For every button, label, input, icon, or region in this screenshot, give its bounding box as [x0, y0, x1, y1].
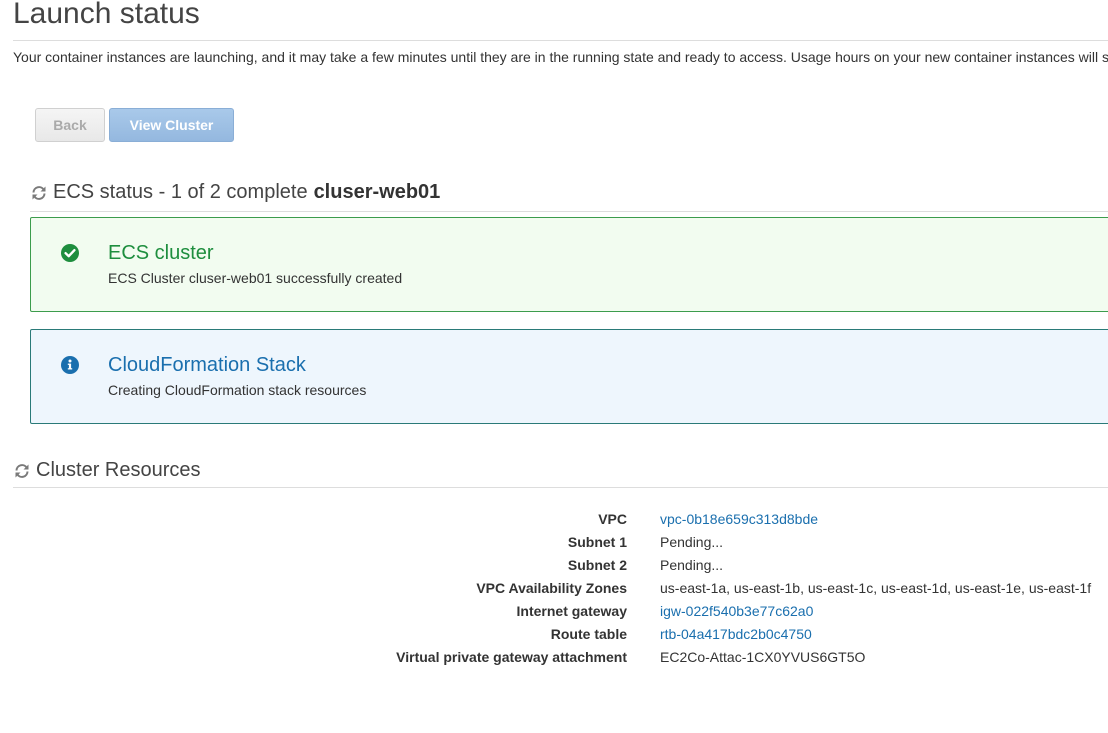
ecs-cluster-title: ECS cluster — [108, 242, 214, 264]
cluster-resources-title: Cluster Resources — [36, 459, 201, 481]
resource-label: Internet gateway — [516, 603, 627, 619]
resource-row-internet-gateway: Internet gateway igw-022f540b3e77c62a0 — [0, 603, 1108, 626]
refresh-icon — [32, 185, 46, 200]
ecs-cluster-panel: ECS cluster ECS Cluster cluser-web01 suc… — [30, 217, 1108, 312]
resource-row-vpg-attachment: Virtual private gateway attachment EC2Co… — [0, 649, 1108, 672]
resource-value: Pending... — [660, 557, 724, 573]
title-divider — [13, 40, 1108, 41]
vpc-link[interactable]: vpc-0b18e659c313d8bde — [660, 511, 818, 527]
resource-label: Route table — [550, 626, 627, 642]
cluster-resources-heading: Cluster Resources — [13, 459, 201, 482]
resource-value: Pending... — [660, 534, 724, 550]
resource-label: VPC Availability Zones — [476, 580, 627, 596]
resource-row-subnet-1: Subnet 1 Pending... — [0, 534, 1108, 557]
cluster-name: cluser-web01 — [313, 181, 441, 203]
page-title: Launch status — [13, 0, 200, 30]
ecs-status-heading: ECS status - 1 of 2 complete cluser-web0… — [30, 181, 440, 204]
internet-gateway-link[interactable]: igw-022f540b3e77c62a0 — [660, 603, 813, 619]
ecs-cluster-message: ECS Cluster cluser-web01 successfully cr… — [108, 270, 403, 286]
cluster-resources-divider — [13, 487, 1108, 488]
route-table-link[interactable]: rtb-04a417bdc2b0c4750 — [660, 626, 812, 642]
resource-row-subnet-2: Subnet 2 Pending... — [0, 557, 1108, 580]
resource-value: EC2Co-Attac-1CX0YVUS6GT5O — [660, 649, 866, 665]
view-cluster-button[interactable]: View Cluster — [109, 108, 234, 142]
resource-row-vpc: VPC vpc-0b18e659c313d8bde — [0, 511, 1108, 534]
intro-text: Your container instances are launching, … — [13, 49, 1108, 65]
launch-status-page: Launch status Your container instances a… — [0, 0, 1108, 733]
cloudformation-stack-title: CloudFormation Stack — [108, 354, 306, 376]
resource-row-availability-zones: VPC Availability Zones us-east-1a, us-ea… — [0, 580, 1108, 603]
cloudformation-stack-message: Creating CloudFormation stack resources — [108, 382, 367, 398]
back-button[interactable]: Back — [35, 108, 105, 142]
resource-row-route-table: Route table rtb-04a417bdc2b0c4750 — [0, 626, 1108, 649]
resource-label: VPC — [598, 511, 627, 527]
ecs-status-divider — [30, 211, 1108, 212]
cloudformation-stack-panel: CloudFormation Stack Creating CloudForma… — [30, 329, 1108, 424]
resource-value: us-east-1a, us-east-1b, us-east-1c, us-e… — [660, 580, 1092, 596]
check-circle-icon — [61, 244, 79, 262]
refresh-icon — [15, 463, 29, 478]
resource-label: Virtual private gateway attachment — [396, 649, 627, 665]
cluster-resources-table: VPC vpc-0b18e659c313d8bde Subnet 1 Pendi… — [0, 511, 1108, 672]
resource-label: Subnet 1 — [567, 534, 627, 550]
resource-label: Subnet 2 — [567, 557, 627, 573]
info-circle-icon — [61, 356, 79, 374]
ecs-status-text: ECS status - 1 of 2 complete — [53, 181, 308, 203]
